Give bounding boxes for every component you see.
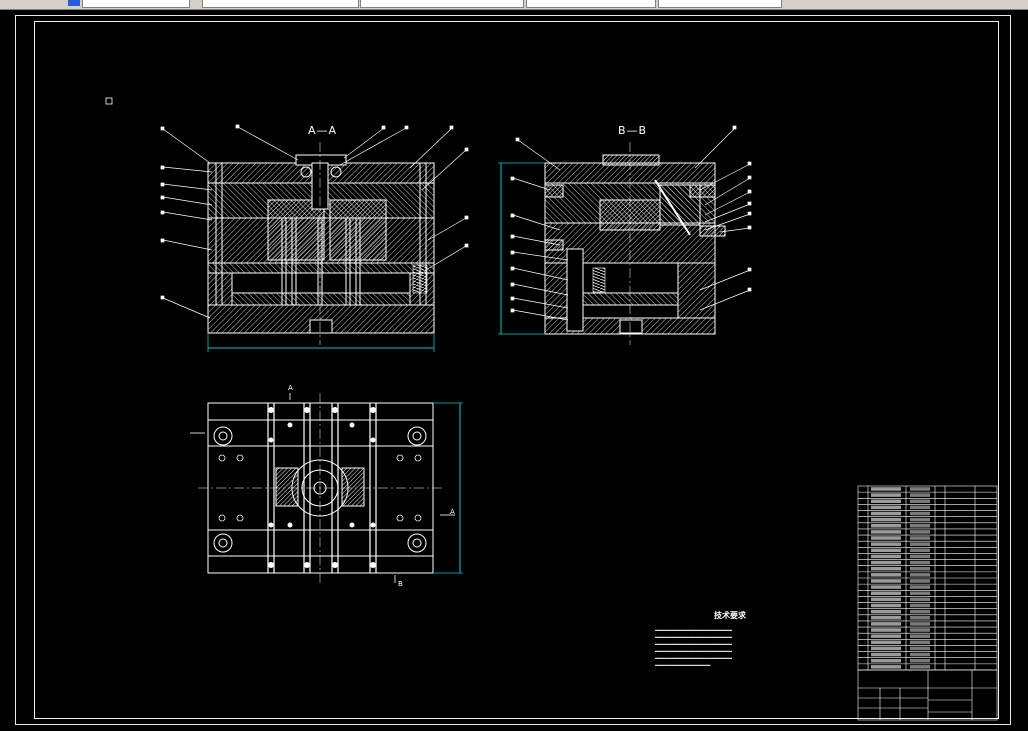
bom-cell-text [910,511,930,516]
insertion-marker [105,97,113,105]
plan-cut-marker-bottom: B [398,580,404,588]
bom-cell-text [871,616,901,620]
bom-cell-text [871,652,901,657]
section-b-b-view [498,125,752,345]
bom-cell-text [910,554,930,559]
bom-cell-text [910,524,930,528]
note-line: ▂▂▂▂▂▂▂▂▂▂▂▂▂▂▂▂▂▂▂▂▂▂▂▂▂ [655,647,732,652]
bom-cell-text [910,579,930,583]
bom-cell-text [871,579,901,583]
bom-cell-text [910,573,930,577]
bom-cell-text [871,542,901,546]
technical-notes-title: 技术要求 [714,611,746,620]
bom-cell-text [871,603,901,608]
bom-cell-text [910,566,930,571]
bom-cell-text [871,646,901,651]
bom-cell-text [871,622,901,626]
bom-cell-text [871,597,901,602]
bom-cell-text [910,628,930,632]
bom-cell-text [871,511,901,516]
title-block [857,669,998,721]
bom-cell-text [910,603,930,608]
bom-cell-text [871,505,901,510]
bill-of-materials [857,485,998,671]
bom-cell-text [910,560,930,565]
section-a-a-label: A—A [308,124,338,137]
bom-cell-text [910,622,930,626]
bom-cell-text [910,542,930,546]
bom-cell-text [910,585,930,589]
bom-cell-text [871,493,901,497]
bom-cell-text [871,609,901,614]
bom-cell-text [871,628,901,632]
note-line: ▂▂▂▂▂▂▂▂▂▂▂▂▂▂▂▂▂▂ [655,661,711,666]
bom-cell-text [910,536,930,540]
bom-cell-text [871,548,901,553]
bom-cell-text [871,591,901,595]
bom-cell-text [871,634,901,638]
bom-cell-text [910,652,930,657]
plan-view [190,393,463,583]
bom-cell-text [910,493,930,497]
bom-cell-text [910,665,930,669]
bom-cell-text [910,658,930,663]
cad-drawing-canvas [105,97,998,721]
bom-cell-text [871,487,901,491]
bom-cell-text [871,517,901,522]
bom-cell-text [871,554,901,559]
plan-cut-marker-right: A [450,508,456,516]
bom-cell-text [871,585,901,589]
plan-cut-marker-top: A [288,384,294,392]
bom-cell-text [871,566,901,571]
bom-cell-text [910,517,930,522]
bom-cell-text [871,658,901,663]
bom-cell-text [910,646,930,651]
bom-cell-text [910,499,930,503]
bom-cell-text [910,548,930,553]
note-line: ▂▂▂▂▂▂▂▂▂▂▂▂▂▂▂▂▂▂▂▂▂▂▂▂▂ [655,640,732,645]
bom-cell-text [910,640,930,645]
bom-cell-text [871,573,901,577]
bom-cell-text [910,487,930,491]
section-b-b-label: B—B [618,124,648,137]
bom-cell-text [871,640,901,645]
bom-cell-text [871,499,901,503]
bom-cell-text [910,597,930,602]
bom-cell-text [871,560,901,565]
bom-cell-text [910,530,930,534]
note-line: ▂▂▂▂▂▂▂▂▂▂▂▂▂▂▂▂▂▂▂▂▂▂▂▂▂ [655,626,732,631]
bom-cell-text [910,591,930,595]
section-a-a-view [160,124,469,352]
note-line: ▂▂▂▂▂▂▂▂▂▂▂▂▂▂▂▂▂▂▂▂▂▂▂▂▂ [655,633,732,638]
bom-cell-text [871,536,901,540]
note-line: ▂▂▂▂▂▂▂▂▂▂▂▂▂▂▂▂▂▂▂▂▂▂▂▂▂ [655,654,732,659]
bom-cell-text [910,616,930,620]
bom-cell-text [871,524,901,528]
bom-cell-text [910,505,930,510]
bom-cell-text [871,530,901,534]
bom-cell-text [910,609,930,614]
technical-notes: 技术要求 ▂▂▂▂▂▂▂▂▂▂▂▂▂▂▂▂▂▂▂▂▂▂▂▂▂ ▂▂▂▂▂▂▂▂▂… [655,610,805,667]
bom-cell-text [871,665,901,669]
bom-cell-text [910,634,930,638]
